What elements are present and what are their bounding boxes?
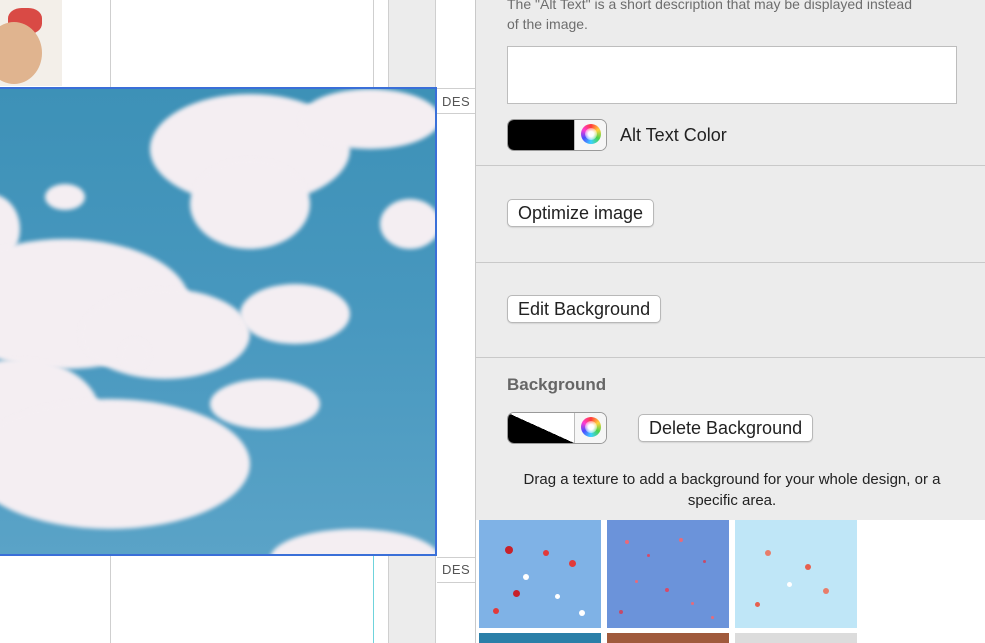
confetti [625, 540, 629, 544]
background-heading: Background [507, 375, 607, 394]
balloon [765, 550, 771, 556]
person-photo-thumbnail[interactable] [0, 0, 62, 86]
background-color-well[interactable] [507, 412, 607, 444]
balloon [787, 582, 792, 587]
alt-text-color-well[interactable] [507, 119, 607, 151]
cloud [80, 289, 250, 379]
optimize-image-button[interactable]: Optimize image [507, 199, 655, 227]
background-swatch-none [508, 413, 574, 443]
confetti [703, 560, 706, 563]
color-picker-button[interactable] [574, 120, 606, 150]
texture-thumbnail[interactable] [735, 633, 857, 643]
section-divider [476, 165, 985, 166]
texture-thumbnail[interactable] [479, 633, 601, 643]
cloud [300, 89, 435, 149]
cloud [210, 379, 320, 429]
section-divider [476, 357, 985, 358]
cloud [0, 399, 250, 529]
texture-thumbnail[interactable] [607, 633, 729, 643]
section-label: DES [442, 562, 471, 577]
confetti [679, 538, 683, 542]
alt-text-input[interactable] [507, 46, 957, 104]
balloon [569, 560, 576, 567]
section-label: DES [442, 94, 471, 109]
balloon [493, 608, 499, 614]
edit-background-button[interactable]: Edit Background [507, 295, 662, 323]
cloud [270, 529, 435, 554]
balloon [555, 594, 560, 599]
balloon [805, 564, 811, 570]
color-wheel-icon [581, 124, 601, 144]
cloud [120, 339, 150, 369]
design-canvas[interactable]: DES DES [0, 0, 475, 643]
color-swatch-black [508, 120, 574, 150]
divider [437, 88, 475, 89]
balloon [505, 546, 513, 554]
divider [437, 557, 475, 558]
cloud [240, 284, 350, 344]
texture-drag-hint: Drag a texture to add a background for y… [523, 471, 941, 509]
confetti [619, 610, 623, 614]
section-divider [476, 262, 985, 263]
divider [437, 582, 475, 583]
balloon [755, 602, 760, 607]
confetti [635, 580, 638, 583]
selected-sky-image[interactable] [0, 87, 437, 556]
color-wheel-icon [581, 417, 601, 437]
alignment-guide [373, 556, 374, 643]
balloon [823, 588, 829, 594]
confetti [711, 616, 714, 619]
divider [437, 113, 475, 114]
inspector-panel: The "Alt Text" is a short description th… [475, 0, 985, 643]
delete-background-button[interactable]: Delete Background [638, 414, 814, 442]
cloud [45, 184, 85, 210]
confetti [691, 602, 694, 605]
balloon [523, 574, 529, 580]
color-picker-button[interactable] [574, 413, 606, 443]
balloons-red-on-blue-texture-icon[interactable] [479, 520, 601, 628]
cloud [380, 199, 435, 249]
balloons-on-light-blue-texture-icon[interactable] [735, 520, 857, 628]
balloon [513, 590, 520, 597]
confetti [665, 588, 669, 592]
balloon [543, 550, 549, 556]
balloon [579, 610, 585, 616]
alt-text-description: The "Alt Text" is a short description th… [507, 0, 913, 32]
confetti [647, 554, 650, 557]
alt-text-color-label: Alt Text Color [620, 125, 727, 145]
texture-grid [476, 520, 985, 643]
confetti-on-blue-texture-icon[interactable] [607, 520, 729, 628]
cloud [190, 159, 310, 249]
